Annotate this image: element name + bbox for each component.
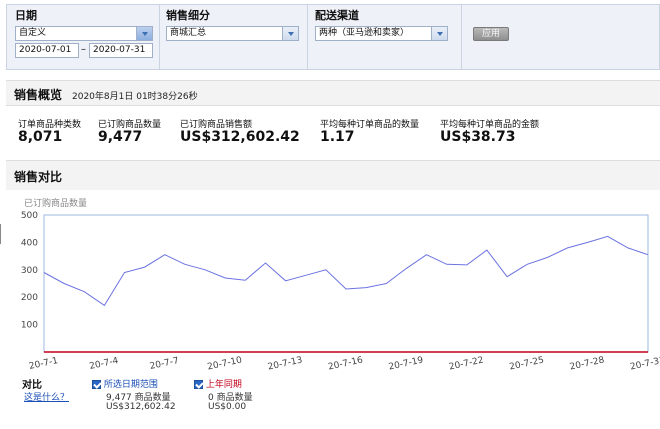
overview-title: 销售概览 <box>14 88 63 102</box>
x-tick-label: 20-7-22 <box>448 355 484 372</box>
chart-canvas: 已订购商品数量 100 200 300 400 500 20-7-1 20-7-4 20-7… <box>21 197 660 373</box>
sales-chart: 已订购商品数量 100 200 300 400 500 20-7-1 20-7-4 20-7… <box>6 190 660 429</box>
legend-previous-sales: US$0.00 <box>208 402 247 412</box>
y-tick-label: 300 <box>21 266 38 276</box>
compare-title: 销售对比 <box>14 170 63 184</box>
x-tick-label: 20-7-31 <box>629 355 660 372</box>
x-tick-label: 20-7-19 <box>388 355 425 372</box>
y-tick-label: 200 <box>21 293 38 303</box>
legend-previous: 上年同期 <box>194 377 242 390</box>
breakdown-select[interactable]: 商城汇总 <box>166 26 299 41</box>
date-filter-label: 日期 <box>15 9 37 22</box>
x-tick-label: 20-7-1 <box>28 356 59 372</box>
metric-value: US$38.73 <box>440 129 516 145</box>
overview-header: 销售概览 2020年8月1日 01时38分26秒 <box>6 80 660 106</box>
chevron-down-icon[interactable] <box>136 27 152 40</box>
plot-frame <box>43 214 649 353</box>
channel-filter: 配送渠道 <box>315 7 359 23</box>
apply-button[interactable]: 应用 <box>473 27 509 41</box>
chevron-down-icon[interactable] <box>431 27 447 40</box>
divider <box>0 224 1 244</box>
x-tick-label: 20-7-16 <box>327 355 364 372</box>
date-range-value: 自定义 <box>19 28 47 38</box>
x-tick-label: 20-7-28 <box>569 355 606 372</box>
divider <box>461 5 462 69</box>
metric-value: 8,071 <box>18 129 63 145</box>
breakdown-value: 商城汇总 <box>170 28 207 38</box>
start-date-input[interactable]: 2020-07-01 <box>15 43 79 58</box>
y-tick-label: 100 <box>21 321 38 331</box>
filter-bar: 日期 自定义 2020-07-01 – 2020-07-31 销售细分 商城汇总… <box>6 4 660 70</box>
breakdown-filter: 销售细分 <box>166 7 210 23</box>
overview-timestamp: 2020年8月1日 01时38分26秒 <box>72 92 198 102</box>
date-range-select[interactable]: 自定义 <box>15 26 153 41</box>
compare-header: 销售对比 <box>6 160 660 190</box>
metric-value: 1.17 <box>320 129 355 145</box>
channel-filter-label: 配送渠道 <box>315 9 359 22</box>
metric-value: 9,477 <box>98 129 143 145</box>
end-date-input[interactable]: 2020-07-31 <box>89 43 153 58</box>
legend-title: 对比 <box>22 380 42 391</box>
legend-current-label: 所选日期范围 <box>103 380 158 390</box>
metric-value: US$312,602.42 <box>180 129 300 145</box>
x-tick-label: 20-7-13 <box>267 355 303 372</box>
x-tick-label: 20-7-25 <box>509 355 545 372</box>
chevron-down-icon[interactable] <box>282 27 298 40</box>
date-range-dash: – <box>81 44 86 55</box>
divider <box>159 5 160 69</box>
y-tick-label: 500 <box>21 211 38 221</box>
channel-select[interactable]: 两种（亚马逊和卖家） <box>315 26 448 41</box>
what-is-this-link[interactable]: 这是什么？ <box>24 390 69 403</box>
x-tick-label: 20-7-7 <box>149 356 180 372</box>
legend-current-sales: US$312,602.42 <box>106 402 176 412</box>
legend-current: 所选日期范围 <box>92 377 158 390</box>
y-axis-label: 已订购商品数量 <box>24 197 87 209</box>
breakdown-filter-label: 销售细分 <box>166 9 210 22</box>
series-line <box>43 235 649 307</box>
y-tick-label: 400 <box>21 238 38 248</box>
legend-previous-label: 上年同期 <box>205 380 242 390</box>
x-tick-label: 20-7-4 <box>89 356 120 372</box>
divider <box>307 5 308 69</box>
channel-value: 两种（亚马逊和卖家） <box>319 28 410 38</box>
date-filter: 日期 <box>15 7 37 23</box>
x-tick-label: 20-7-10 <box>207 355 244 372</box>
checkbox[interactable] <box>92 380 101 389</box>
checkbox[interactable] <box>194 380 203 389</box>
